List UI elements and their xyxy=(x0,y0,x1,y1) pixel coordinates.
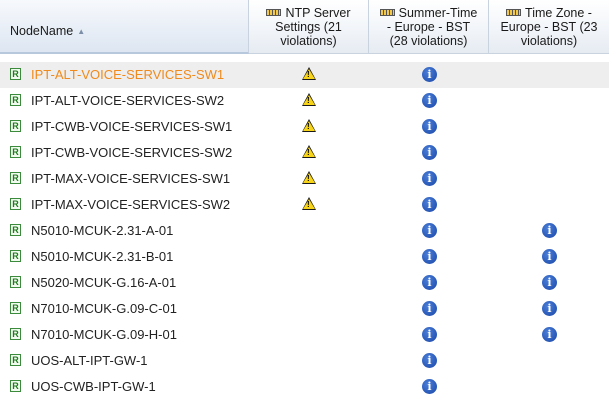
info-icon[interactable]: i xyxy=(542,223,557,238)
table-row[interactable]: R IPT-ALT-VOICE-SERVICES-SW2 i xyxy=(0,88,609,114)
router-node-icon: R xyxy=(10,94,21,106)
info-icon[interactable]: i xyxy=(422,249,437,264)
router-node-icon: R xyxy=(10,172,21,184)
warning-icon[interactable] xyxy=(302,67,316,80)
warning-icon[interactable] xyxy=(302,119,316,132)
info-icon[interactable]: i xyxy=(422,353,437,368)
router-node-icon: R xyxy=(10,328,21,340)
node-name[interactable]: IPT-MAX-VOICE-SERVICES-SW1 xyxy=(31,171,230,186)
info-icon[interactable]: i xyxy=(422,275,437,290)
router-node-icon: R xyxy=(10,276,21,288)
node-name[interactable]: IPT-MAX-VOICE-SERVICES-SW2 xyxy=(31,197,230,212)
column-header-nodename-label: NodeName xyxy=(10,24,74,38)
node-name[interactable]: UOS-CWB-IPT-GW-1 xyxy=(31,379,156,394)
table-row[interactable]: R UOS-CWB-IPT-GW-1 i xyxy=(0,374,609,400)
info-icon[interactable]: i xyxy=(542,249,557,264)
node-name[interactable]: N7010-MCUK-G.09-C-01 xyxy=(31,301,177,316)
ruler-icon xyxy=(266,9,282,16)
column-header-summer-time[interactable]: Summer-Time - Europe - BST (28 violation… xyxy=(369,0,489,54)
column-header-ntp-server[interactable]: NTP Server Settings (21 violations) xyxy=(249,0,369,54)
info-icon[interactable]: i xyxy=(422,379,437,394)
node-name[interactable]: N5020-MCUK-G.16-A-01 xyxy=(31,275,176,290)
node-name[interactable]: IPT-ALT-VOICE-SERVICES-SW1 xyxy=(31,67,224,82)
info-icon[interactable]: i xyxy=(422,171,437,186)
table-row[interactable]: R N5020-MCUK-G.16-A-01 i i xyxy=(0,270,609,296)
info-icon[interactable]: i xyxy=(422,223,437,238)
column-header-line: - Europe - BST xyxy=(386,20,471,34)
warning-icon[interactable] xyxy=(302,171,316,184)
node-name[interactable]: N7010-MCUK-G.09-H-01 xyxy=(31,327,177,342)
info-icon[interactable]: i xyxy=(422,67,437,82)
router-node-icon: R xyxy=(10,380,21,392)
router-node-icon: R xyxy=(10,198,21,210)
router-node-icon: R xyxy=(10,302,21,314)
node-name[interactable]: IPT-CWB-VOICE-SERVICES-SW1 xyxy=(31,119,232,134)
info-icon[interactable]: i xyxy=(542,275,557,290)
column-header-line: NTP Server xyxy=(285,6,351,20)
ruler-icon xyxy=(506,9,522,16)
node-name[interactable]: IPT-CWB-VOICE-SERVICES-SW2 xyxy=(31,145,232,160)
sort-ascending-icon[interactable]: ▲ xyxy=(77,25,85,39)
grid-header: NodeName ▲ NTP Server Settings (21 violat… xyxy=(0,0,609,56)
info-icon[interactable]: i xyxy=(422,93,437,108)
info-icon[interactable]: i xyxy=(542,301,557,316)
column-header-line: Summer-Time xyxy=(398,6,478,20)
warning-icon[interactable] xyxy=(302,197,316,210)
router-node-icon: R xyxy=(10,68,21,80)
column-header-nodename[interactable]: NodeName ▲ xyxy=(0,0,249,54)
table-row[interactable]: R IPT-ALT-VOICE-SERVICES-SW1 i xyxy=(0,62,609,88)
grid-body: R IPT-ALT-VOICE-SERVICES-SW1 i R IPT-ALT… xyxy=(0,62,609,400)
node-name[interactable]: N5010-MCUK-2.31-B-01 xyxy=(31,249,173,264)
table-row[interactable]: R N7010-MCUK-G.09-H-01 i i xyxy=(0,322,609,348)
info-icon[interactable]: i xyxy=(422,145,437,160)
node-name[interactable]: UOS-ALT-IPT-GW-1 xyxy=(31,353,148,368)
column-header-line: violations) xyxy=(280,34,337,48)
table-row[interactable]: R IPT-MAX-VOICE-SERVICES-SW1 i xyxy=(0,166,609,192)
router-node-icon: R xyxy=(10,354,21,366)
table-row[interactable]: R N5010-MCUK-2.31-A-01 i i xyxy=(0,218,609,244)
info-icon[interactable]: i xyxy=(422,327,437,342)
router-node-icon: R xyxy=(10,250,21,262)
ruler-icon xyxy=(379,9,395,16)
violations-grid: NodeName ▲ NTP Server Settings (21 violat… xyxy=(0,0,609,404)
column-header-line: Time Zone - xyxy=(525,6,592,20)
info-icon[interactable]: i xyxy=(422,197,437,212)
table-row[interactable]: R IPT-CWB-VOICE-SERVICES-SW1 i xyxy=(0,114,609,140)
info-icon[interactable]: i xyxy=(422,301,437,316)
warning-icon[interactable] xyxy=(302,145,316,158)
router-node-icon: R xyxy=(10,146,21,158)
column-header-time-zone[interactable]: Time Zone - Europe - BST (23 violations) xyxy=(489,0,609,54)
column-header-line: violations) xyxy=(520,34,578,48)
table-row[interactable]: R UOS-ALT-IPT-GW-1 i xyxy=(0,348,609,374)
table-row[interactable]: R IPT-CWB-VOICE-SERVICES-SW2 i xyxy=(0,140,609,166)
warning-icon[interactable] xyxy=(302,93,316,106)
node-name[interactable]: IPT-ALT-VOICE-SERVICES-SW2 xyxy=(31,93,224,108)
table-row[interactable]: R IPT-MAX-VOICE-SERVICES-SW2 i xyxy=(0,192,609,218)
node-name[interactable]: N5010-MCUK-2.31-A-01 xyxy=(31,223,173,238)
table-row[interactable]: R N5010-MCUK-2.31-B-01 i i xyxy=(0,244,609,270)
column-header-line: (28 violations) xyxy=(389,34,468,48)
column-header-line: Europe - BST (23 xyxy=(500,20,598,34)
table-row[interactable]: R N7010-MCUK-G.09-C-01 i i xyxy=(0,296,609,322)
info-icon[interactable]: i xyxy=(422,119,437,134)
router-node-icon: R xyxy=(10,120,21,132)
column-header-line: Settings (21 xyxy=(275,20,342,34)
info-icon[interactable]: i xyxy=(542,327,557,342)
router-node-icon: R xyxy=(10,224,21,236)
